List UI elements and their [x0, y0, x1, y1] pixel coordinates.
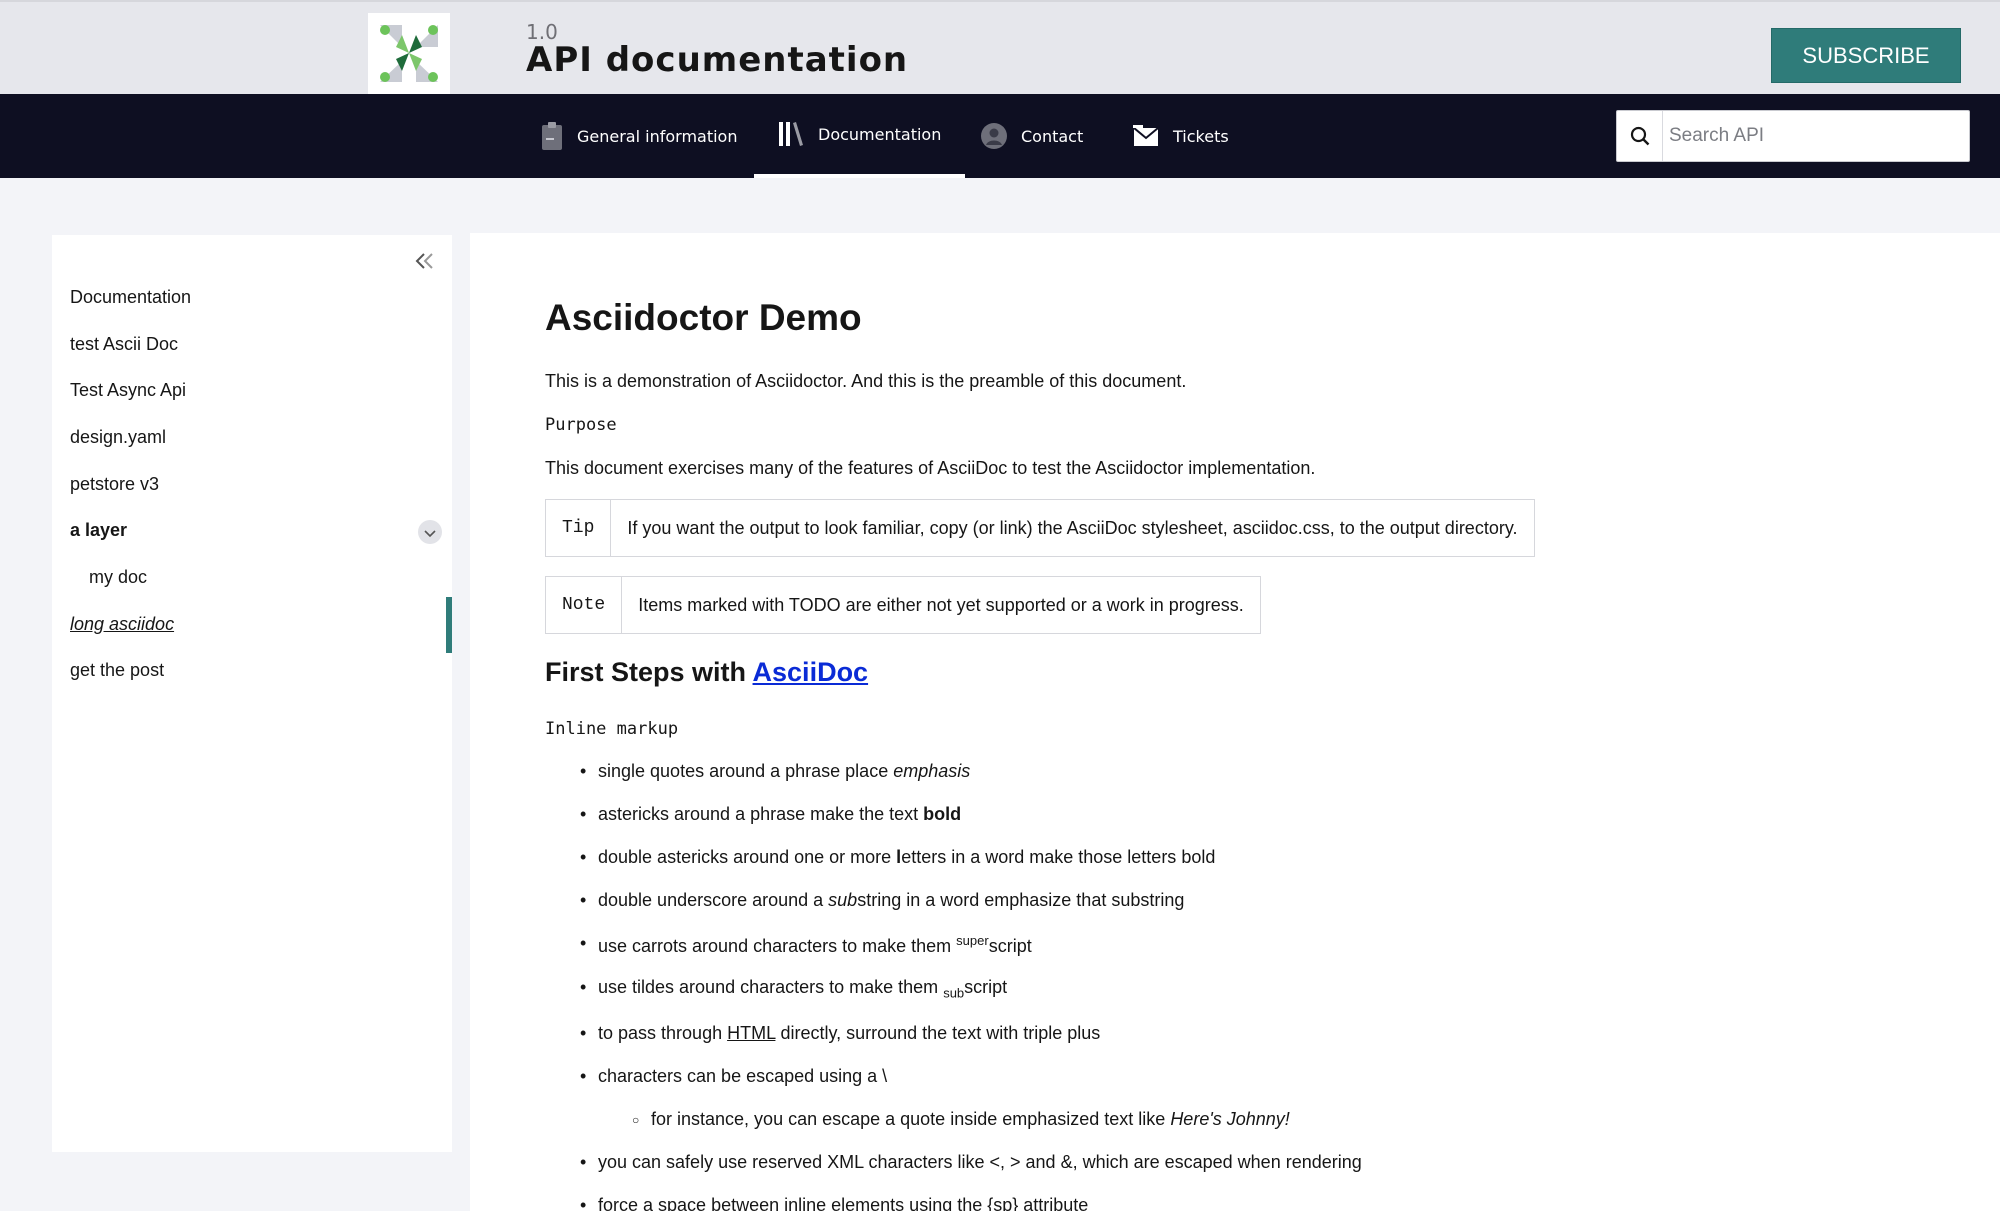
collapse-sidebar-button[interactable]: [412, 250, 438, 276]
list-item: use carrots around characters to make th…: [580, 933, 1032, 957]
inline-markup-label: Inline markup: [545, 719, 679, 739]
sidebar-item-get-the-post[interactable]: get the post: [70, 660, 164, 681]
list-item: force a space between inline elements us…: [580, 1195, 1088, 1211]
tip-text: If you want the output to look familiar,…: [627, 517, 1518, 538]
nested-list-item: for instance, you can escape a quote ins…: [632, 1109, 1290, 1130]
books-icon: [778, 121, 804, 147]
person-icon: [981, 123, 1007, 149]
html-link[interactable]: HTML: [727, 1023, 775, 1043]
search-icon[interactable]: [1617, 111, 1663, 161]
search-input[interactable]: [1663, 125, 1963, 147]
sidebar-item-documentation[interactable]: Documentation: [70, 287, 191, 308]
nav-tab-label: General information: [577, 126, 738, 146]
purpose-label: Purpose: [545, 415, 617, 435]
subscribe-button[interactable]: SUBSCRIBE: [1771, 28, 1961, 83]
section-heading-text: First Steps with: [545, 657, 753, 687]
top-header: 1.0 API documentation SUBSCRIBE: [0, 0, 2000, 94]
document-title: Asciidoctor Demo: [545, 297, 862, 338]
list-item: single quotes around a phrase place emph…: [580, 761, 970, 782]
list-item: you can safely use reserved XML characte…: [580, 1152, 1362, 1173]
search-box: [1616, 110, 1970, 162]
tip-admonition: Tip If you want the output to look famil…: [545, 499, 1535, 557]
list-item: double underscore around a substring in …: [580, 890, 1184, 911]
nav-tab-tickets[interactable]: Tickets: [1133, 94, 1229, 178]
list-item: characters can be escaped using a \: [580, 1066, 887, 1087]
chevron-down-icon: [424, 523, 436, 542]
sidebar: Documentation test Ascii Doc Test Async …: [52, 235, 452, 1152]
list-item: use tildes around characters to make the…: [580, 977, 1007, 1001]
list-item: astericks around a phrase make the text …: [580, 804, 961, 825]
sidebar-item-a-layer[interactable]: a layer: [70, 520, 127, 541]
nav-tab-general-information[interactable]: General information: [541, 94, 737, 178]
document-content: Asciidoctor Demo This is a demonstration…: [470, 233, 2000, 1211]
tip-label: Tip: [546, 500, 612, 556]
sidebar-item-my-doc[interactable]: my doc: [89, 567, 147, 588]
double-chevron-left-icon: [414, 252, 436, 274]
nav-tab-documentation[interactable]: Documentation: [754, 94, 966, 178]
nav-tab-contact[interactable]: Contact: [981, 94, 1083, 178]
sidebar-item-test-ascii-doc[interactable]: test Ascii Doc: [70, 334, 178, 355]
page-title: API documentation: [526, 40, 909, 80]
asciidoc-link[interactable]: AsciiDoc: [753, 657, 869, 687]
envelope-icon: [1133, 125, 1159, 147]
nav-tab-label: Tickets: [1173, 126, 1229, 146]
logo[interactable]: [368, 13, 450, 94]
note-label: Note: [546, 577, 623, 633]
list-item: to pass through HTML directly, surround …: [580, 1023, 1100, 1044]
clipboard-icon: [541, 121, 563, 151]
sidebar-item-design-yaml[interactable]: design.yaml: [70, 427, 166, 448]
sidebar-item-long-asciidoc[interactable]: long asciidoc: [70, 614, 174, 635]
sidebar-item-test-async-api[interactable]: Test Async Api: [70, 380, 186, 401]
sidebar-item-petstore-v3[interactable]: petstore v3: [70, 474, 159, 495]
active-indicator: [446, 597, 452, 653]
preamble-text: This is a demonstration of Asciidoctor. …: [545, 371, 1187, 391]
list-item: double astericks around one or more lett…: [580, 847, 1215, 868]
purpose-text: This document exercises many of the feat…: [545, 458, 1316, 478]
note-text: Items marked with TODO are either not ye…: [638, 594, 1244, 615]
nav-tab-label: Contact: [1021, 126, 1084, 146]
expand-toggle[interactable]: [418, 520, 442, 544]
note-admonition: Note Items marked with TODO are either n…: [545, 576, 1261, 634]
nav-tab-label: Documentation: [818, 124, 942, 144]
section-heading: First Steps with AsciiDoc: [545, 657, 868, 688]
